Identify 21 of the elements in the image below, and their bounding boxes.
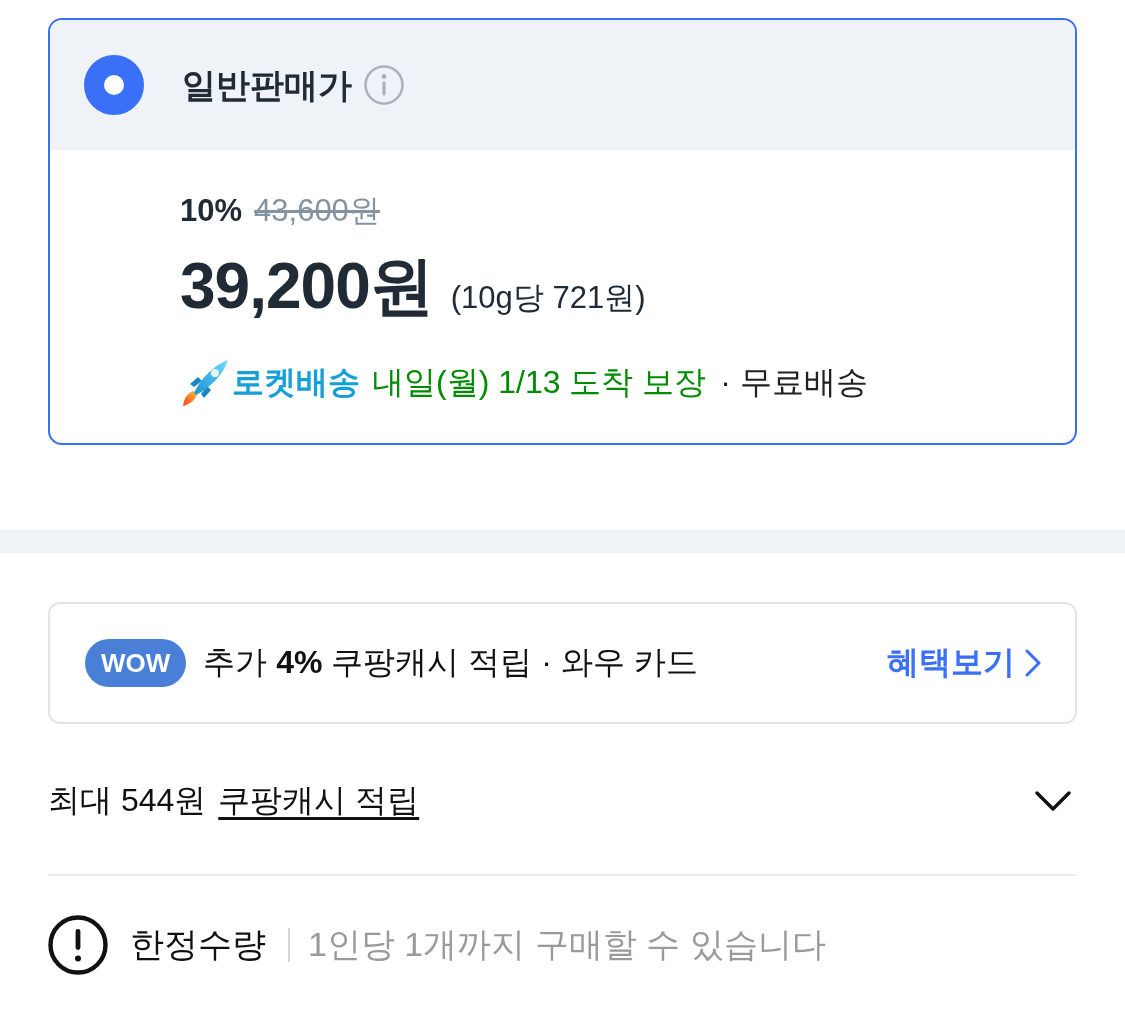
delivery-type-label: 로켓배송: [232, 363, 360, 402]
price-option-card[interactable]: 일반판매가 10% 43,600원 39,200원 (10g당 721원) 로켓배송 내일(월) 1/13 도착 보장 · 무료배송: [48, 18, 1077, 445]
radio-button[interactable]: [84, 55, 144, 115]
arrival-date: 내일(월) 1/13 도착 보장: [372, 363, 707, 402]
cashback-link[interactable]: 쿠팡캐시 적립: [218, 779, 420, 823]
notice-text: 1인당 1개까지 구매할 수 있습니다: [308, 924, 826, 965]
discount-rate: 10%: [180, 192, 243, 230]
alert-icon: [48, 915, 108, 975]
rocket-icon: [180, 358, 230, 408]
membership-badge: WOW: [85, 639, 187, 687]
shipping-fee: · 무료배송: [720, 363, 868, 402]
option-title: 일반판매가: [182, 65, 352, 105]
benefits-link[interactable]: 혜택보기: [887, 641, 1041, 685]
cashback-amount: 최대 544원: [48, 781, 207, 820]
sale-price: 39,200원: [180, 249, 433, 324]
notice-title: 한정수량: [130, 924, 266, 965]
original-price: 43,600원: [254, 192, 380, 230]
chevron-right-icon: [1025, 649, 1041, 677]
unit-price: (10g당 721원): [450, 279, 646, 317]
chevron-down-icon[interactable]: [1035, 790, 1071, 812]
cashback-offer-text: 추가 4% 쿠팡캐시 적립 · 와우 카드: [203, 643, 698, 682]
